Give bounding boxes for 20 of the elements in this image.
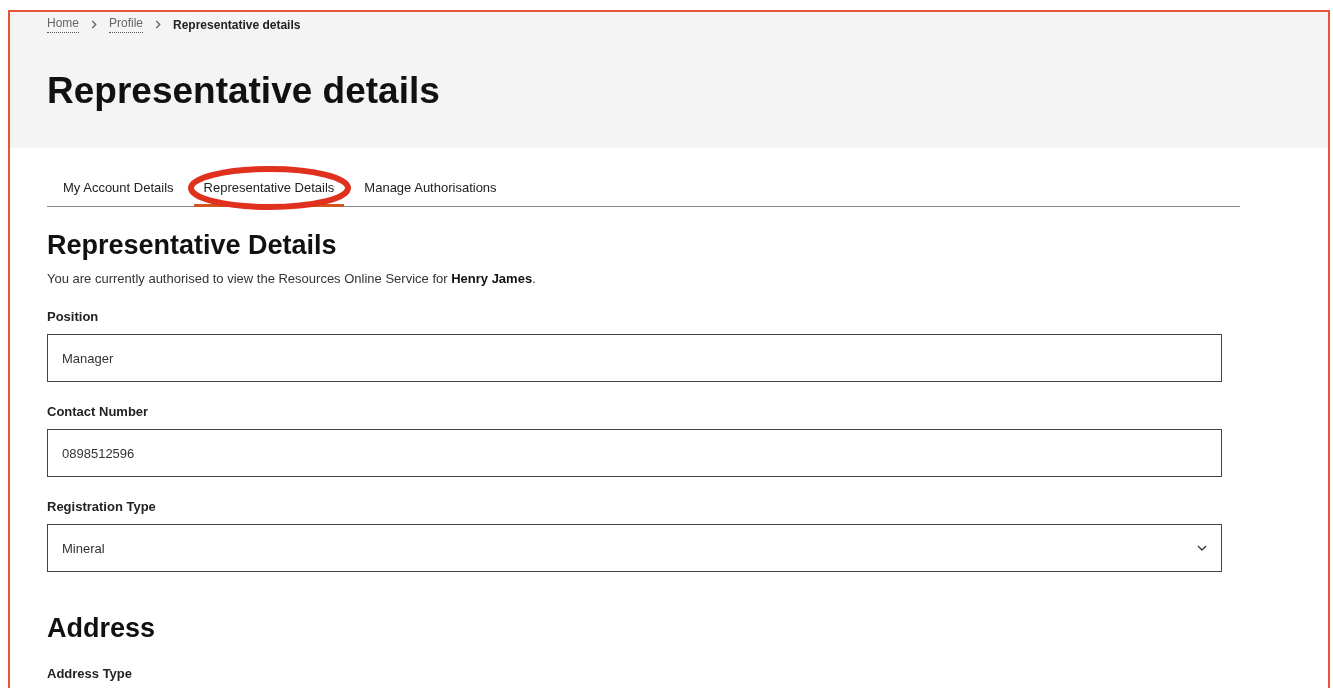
section-title: Address	[47, 612, 157, 644]
select-field[interactable]: Mineral	[47, 524, 1222, 572]
intro-text: You are currently authorised to view the Resources Online Service for Henry James.	[47, 271, 537, 287]
breadcrumb-link[interactable]: Home	[47, 16, 79, 33]
tab[interactable]: Representative Details	[193, 172, 345, 207]
tab[interactable]: My Account Details	[53, 172, 184, 207]
tab[interactable]: Manage Authorisations	[354, 172, 507, 207]
breadcrumb-link[interactable]: Profile	[109, 16, 144, 33]
caret-icon	[1197, 545, 1207, 551]
breadcrumb-current: Representative details	[173, 17, 301, 32]
field-label: Registration Type	[47, 499, 157, 515]
field-label: Address Type	[47, 666, 133, 682]
input-field[interactable]: Manager	[47, 334, 1222, 382]
input-field[interactable]: 0898512596	[47, 429, 1222, 477]
field-label: Contact Number	[47, 404, 150, 420]
section-title: Representative Details	[47, 229, 338, 261]
field-label: Position	[47, 309, 100, 325]
chevron-icon	[91, 20, 97, 29]
chevron-icon	[155, 20, 162, 29]
page-title: Representative details	[47, 69, 441, 113]
